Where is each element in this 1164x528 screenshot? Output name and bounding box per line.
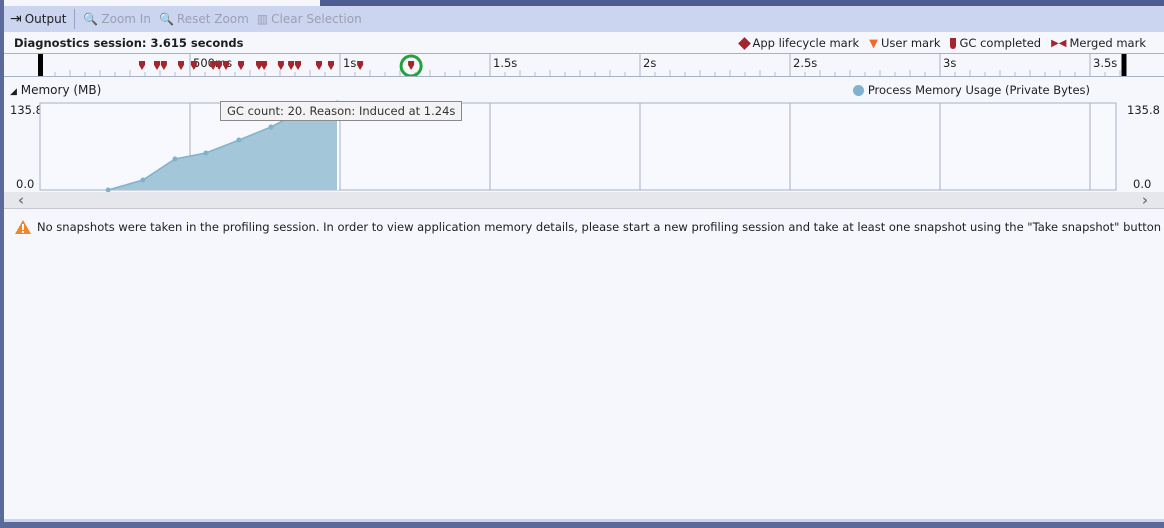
no-snapshots-warning: No snapshots were taken in the profiling…	[14, 219, 1161, 235]
gc-mark	[357, 61, 364, 70]
gc-mark-icon	[950, 37, 957, 49]
triangle-icon: ▼	[869, 36, 878, 50]
legend-app-lifecycle: App lifecycle mark	[738, 36, 859, 50]
session-start-marker	[38, 54, 43, 76]
gc-mark	[408, 61, 415, 70]
memory-chart[interactable]	[4, 95, 1164, 192]
ruler-label: 1s	[343, 56, 356, 70]
diamond-icon	[738, 36, 752, 50]
clear-selection-button[interactable]: ▥ Clear Selection	[257, 12, 362, 26]
session-duration: Diagnostics session: 3.615 seconds	[14, 36, 244, 50]
gc-mark	[154, 61, 160, 70]
gc-mark	[261, 61, 268, 70]
session-end-marker	[1121, 54, 1127, 76]
output-icon: ⇥	[10, 11, 22, 27]
gc-mark	[277, 61, 284, 70]
series-dot-icon	[852, 84, 864, 96]
reset-zoom-button[interactable]: 🔍 Reset Zoom	[159, 12, 249, 26]
diagnostics-window: ⇥ Output 🔍 Zoom In 🔍 Reset Zoom ▥ Clear Sele…	[4, 0, 1164, 522]
warning-icon	[15, 220, 31, 234]
reset-zoom-icon: 🔍	[158, 12, 174, 26]
toolbar-separator	[74, 9, 76, 29]
scroll-left-icon[interactable]: ‹	[18, 191, 24, 209]
gc-mark	[316, 61, 322, 70]
merged-mark-icon: ▶◀	[1051, 37, 1067, 49]
marks-legend: App lifecycle mark ▼ User mark GC complet…	[738, 36, 1146, 50]
clear-selection-icon: ▥	[256, 12, 269, 26]
gc-mark	[238, 61, 244, 70]
ruler-label: 2.5s	[793, 56, 817, 70]
gc-mark	[328, 61, 334, 70]
output-button[interactable]: ⇥ Output	[10, 11, 66, 27]
ruler-label: 3s	[943, 56, 956, 70]
bottom-border	[4, 519, 1164, 522]
gc-mark	[295, 61, 301, 70]
memory-point	[268, 124, 274, 130]
memory-point	[172, 156, 178, 162]
ruler-label: 3.5s	[1093, 56, 1117, 70]
gc-tooltip: GC count: 20. Reason: Induced at 1.24s	[220, 101, 463, 121]
gc-mark	[139, 61, 145, 70]
memory-point	[236, 137, 242, 143]
gc-mark	[160, 61, 167, 70]
horizontal-scrollbar[interactable]: ‹ ›	[4, 191, 1164, 209]
memory-point	[140, 177, 146, 183]
gc-mark	[178, 61, 184, 70]
scroll-right-icon[interactable]: ›	[1142, 191, 1148, 209]
legend-merged-mark: ▶◀ Merged mark	[1051, 36, 1146, 50]
gc-mark	[288, 61, 295, 70]
legend-gc-completed: GC completed	[950, 36, 1041, 50]
zoom-in-button[interactable]: 🔍 Zoom In	[83, 12, 151, 26]
ruler-label: 1.5s	[493, 56, 517, 70]
ruler-label: 2s	[643, 56, 656, 70]
zoom-in-icon: 🔍	[83, 12, 99, 26]
toolbar: ⇥ Output 🔍 Zoom In 🔍 Reset Zoom ▥ Clear Sele…	[4, 6, 1164, 32]
memory-point	[203, 150, 209, 156]
legend-user-mark: ▼ User mark	[869, 36, 941, 50]
timeline-ruler[interactable]: 500ms1s1.5s2s2.5s3s3.5s	[4, 53, 1164, 77]
